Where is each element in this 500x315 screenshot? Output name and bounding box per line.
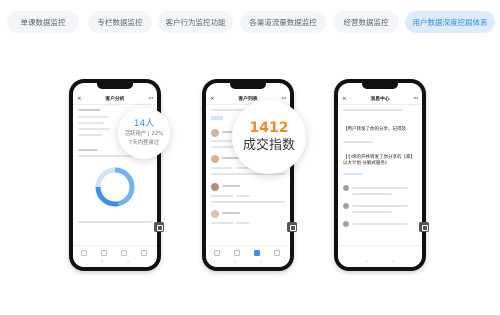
text-line <box>78 122 104 124</box>
tab-icon[interactable] <box>214 250 220 256</box>
text-line <box>78 116 108 118</box>
tab-channel-traffic[interactable]: 各渠道流量数据监控 <box>240 11 326 33</box>
page-title: 消息中心 <box>370 97 390 102</box>
close-icon[interactable]: × <box>342 96 347 102</box>
nav-bar: × 消息中心 ··· <box>338 93 422 105</box>
avatar <box>343 221 349 227</box>
tab-business[interactable]: 经营数据监控 <box>333 11 399 33</box>
page-title: 客户列表 <box>238 97 258 102</box>
avatar <box>211 129 219 137</box>
text-line <box>78 134 102 136</box>
text-line <box>211 167 233 169</box>
deal-index-label: 成交指数 <box>242 138 295 153</box>
text-line <box>352 187 408 189</box>
active-users-magnifier: 14人 活跃用户 | 22% 7天内登录过 <box>118 107 170 159</box>
browser-nav: ‹ › <box>73 259 157 265</box>
back-icon[interactable]: ‹ <box>366 259 368 265</box>
bottom-tabbar: ‹ › <box>338 245 422 267</box>
close-icon[interactable]: × <box>77 96 82 102</box>
tab-customer-behavior[interactable]: 客户行为监控功能 <box>158 11 233 33</box>
tab-column[interactable]: 专栏数据监控 <box>88 11 152 33</box>
more-icon[interactable]: ··· <box>413 96 418 102</box>
text-line <box>222 212 240 214</box>
feature-tabs: 单课数据监控 专栏数据监控 客户行为监控功能 各渠道流量数据监控 经营数据监控 … <box>0 11 500 33</box>
tab-icon[interactable] <box>121 250 127 256</box>
text-line <box>222 185 240 187</box>
phone-notch <box>97 83 133 89</box>
bottom-tabbar: ‹ › <box>73 245 157 267</box>
share-float-icon[interactable] <box>154 222 164 232</box>
share-float-icon[interactable] <box>419 222 429 232</box>
browser-nav: ‹ › <box>338 259 422 265</box>
tab-icon[interactable] <box>234 250 240 256</box>
forward-icon[interactable]: › <box>127 259 129 265</box>
active-users-count: 14人 <box>133 119 155 129</box>
message-text: 以大计划·分解式服务》 <box>343 161 390 166</box>
text-line <box>343 141 373 143</box>
phone-notch <box>362 83 398 89</box>
text-line <box>211 140 233 142</box>
forward-icon[interactable]: › <box>260 259 262 265</box>
close-icon[interactable]: × <box>210 96 215 102</box>
back-icon[interactable]: ‹ <box>101 259 103 265</box>
tab-single-course[interactable]: 单课数据监控 <box>7 11 79 33</box>
back-icon[interactable]: ‹ <box>234 259 236 265</box>
forward-icon[interactable]: › <box>392 259 394 265</box>
active-users-ratio: 活跃用户 | 22% <box>124 131 164 137</box>
text-line <box>236 195 250 197</box>
tab-icon[interactable] <box>81 250 87 256</box>
text-line <box>78 109 100 111</box>
nav-bar: × 客户分析 ··· <box>73 93 157 105</box>
text-line <box>343 109 403 111</box>
more-icon[interactable]: ··· <box>148 96 153 102</box>
phone-notch <box>230 83 266 89</box>
text-line <box>211 222 233 224</box>
divider <box>78 221 152 223</box>
text-line <box>352 205 408 207</box>
filter-chip[interactable] <box>211 116 223 120</box>
text-line <box>352 193 392 195</box>
text-line <box>352 223 408 225</box>
avatar <box>343 203 349 209</box>
link-line[interactable] <box>343 173 363 175</box>
text-line <box>78 149 98 151</box>
bottom-tabbar: ‹ › <box>206 245 290 267</box>
avatar <box>343 185 349 191</box>
phone-screen: × 消息中心 ··· 【用户转发了你的分享，记得及 【小炜的开并转发了你分享的《… <box>338 83 422 267</box>
text-line <box>236 222 250 224</box>
share-float-icon[interactable] <box>287 222 297 232</box>
deal-index-magnifier: 1412 成交指数 <box>232 100 306 174</box>
text-line <box>78 128 110 130</box>
page-title: 客户分析 <box>105 97 125 102</box>
tab-icon[interactable] <box>141 250 147 256</box>
tab-icon[interactable] <box>274 250 280 256</box>
more-icon[interactable]: ··· <box>281 96 286 102</box>
tab-user-data-mining[interactable]: 用户数据深度挖掘体系 <box>405 11 495 33</box>
active-users-note: 7天内登录过 <box>128 140 160 146</box>
divider <box>211 201 285 203</box>
phone-message-center: × 消息中心 ··· 【用户转发了你的分享，记得及 【小炜的开并转发了你分享的《… <box>334 79 426 271</box>
text-line <box>352 211 392 213</box>
donut-chart <box>95 167 135 207</box>
avatar <box>211 183 219 191</box>
tab-icon[interactable] <box>101 250 107 256</box>
browser-nav: ‹ › <box>206 259 290 265</box>
avatar <box>211 155 219 163</box>
tab-icon-active[interactable] <box>254 250 260 256</box>
text-line <box>211 195 233 197</box>
deal-index-value: 1412 <box>249 120 289 136</box>
avatar <box>211 210 219 218</box>
message-text: 【用户转发了你的分享，记得及 <box>343 127 406 132</box>
